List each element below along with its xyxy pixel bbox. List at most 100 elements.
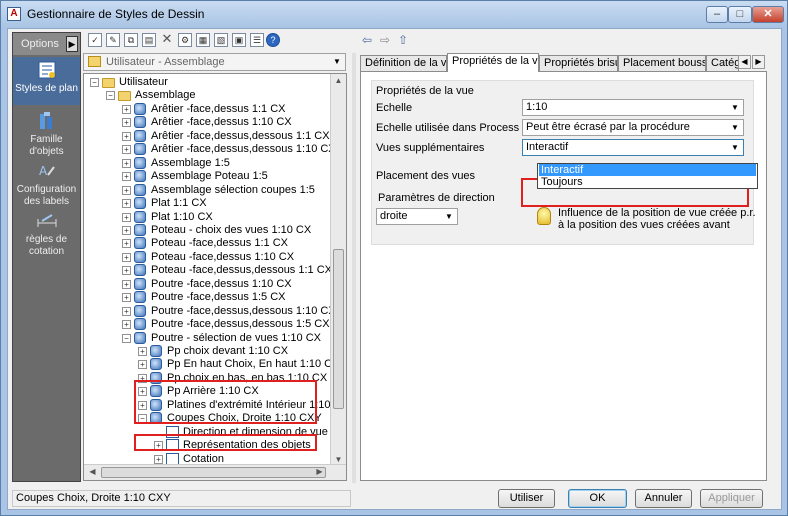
toolbar-item-plan-styles[interactable]: Styles de plan xyxy=(13,57,80,105)
options-arrow-icon[interactable]: ▶ xyxy=(66,36,78,52)
expand-icon[interactable]: + xyxy=(122,306,131,316)
settings-icon[interactable]: ☰ xyxy=(250,33,264,47)
collapse-icon[interactable]: − xyxy=(122,333,131,343)
style-tree[interactable]: − Utilisateur − Assemblage + Arêtier -face,de… xyxy=(83,73,347,481)
tab-categories[interactable]: Catégo xyxy=(706,55,739,71)
chevron-down-icon[interactable]: ▼ xyxy=(329,54,345,70)
toolbar-label: Styles de plan xyxy=(15,83,78,94)
drawing-style-icon xyxy=(134,156,146,169)
minimize-button[interactable]: – xyxy=(706,6,728,23)
toolbar-item-dimension-rules[interactable]: règles de cotation xyxy=(13,211,80,258)
expand-icon[interactable]: + xyxy=(122,225,131,235)
cancel-button[interactable]: Annuler xyxy=(635,489,692,508)
expand-icon[interactable]: + xyxy=(122,239,131,249)
tree-node-label: Poutre -face,dessus,dessous 1:5 CX xyxy=(151,318,330,331)
tool-icon[interactable]: ⚙ xyxy=(178,33,192,47)
echelle-process-select[interactable]: Peut être écrasé par la procédure ▼ xyxy=(522,119,744,136)
apply-button[interactable]: Appliquer xyxy=(700,489,763,508)
vues-sup-select[interactable]: Interactif ▼ xyxy=(522,139,744,156)
panel-splitter[interactable] xyxy=(352,53,356,483)
folder-icon xyxy=(102,78,115,88)
dropdown-option-toujours[interactable]: Toujours xyxy=(539,176,756,188)
section-view-properties: Propriétés de la vue xyxy=(376,85,474,97)
collapse-icon[interactable]: − xyxy=(90,78,99,87)
filter-value: Utilisateur - Assemblage xyxy=(106,56,225,68)
tab-scroll-left-icon[interactable]: ◀ xyxy=(738,55,751,69)
use-button[interactable]: Utiliser xyxy=(498,489,555,508)
dropdown-option-interactif[interactable]: Interactif xyxy=(539,164,756,176)
vues-sup-value: Interactif xyxy=(526,141,569,153)
export-icon[interactable]: ▦ xyxy=(196,33,210,47)
collapse-icon[interactable]: − xyxy=(106,91,115,101)
expand-icon[interactable]: + xyxy=(122,131,131,141)
tree-node-label: Poutre - sélection de vues 1:10 CX xyxy=(151,331,321,344)
tree-node-label: Pp choix devant 1:10 CX xyxy=(167,345,289,357)
forward-arrow-icon[interactable]: ⇨ xyxy=(378,32,392,48)
edit-icon[interactable]: ✎ xyxy=(106,33,120,47)
delete-icon[interactable]: ✕ xyxy=(160,32,174,47)
paste-icon[interactable]: ▤ xyxy=(142,33,156,47)
toolbar-item-label-config[interactable]: A Configuration des labels xyxy=(13,161,80,208)
drawing-style-icon xyxy=(134,277,146,290)
scroll-down-icon[interactable]: ▼ xyxy=(331,455,346,464)
scroll-up-icon[interactable]: ▲ xyxy=(331,76,346,85)
scroll-right-icon[interactable]: ▶ xyxy=(312,467,327,476)
expand-icon[interactable]: + xyxy=(122,118,131,128)
import-icon[interactable]: ▧ xyxy=(214,33,228,47)
label-config-icon: A xyxy=(39,164,55,178)
back-arrow-icon[interactable]: ⇦ xyxy=(360,32,374,48)
toolbar-item-object-family[interactable]: Famille d'objets xyxy=(13,111,80,158)
tab-scroll-right-icon[interactable]: ▶ xyxy=(752,55,765,69)
expand-icon[interactable]: + xyxy=(122,172,131,182)
expand-icon[interactable]: + xyxy=(154,454,163,464)
tree-node-label: Poteau -face,dessus 1:10 CX xyxy=(151,250,295,263)
expand-icon[interactable]: + xyxy=(122,104,131,114)
expand-icon[interactable]: + xyxy=(122,279,131,289)
expand-icon[interactable]: + xyxy=(122,252,131,262)
tree-node-label: Arêtier -face,dessus 1:1 CX xyxy=(151,102,286,115)
tab-compass-placement[interactable]: Placement boussole xyxy=(618,55,706,71)
expand-icon[interactable]: + xyxy=(138,347,147,356)
help-icon[interactable]: ? xyxy=(266,33,280,47)
expand-icon[interactable]: + xyxy=(122,158,131,168)
expand-icon[interactable]: + xyxy=(138,360,147,370)
tree-node-label: Pp En haut Choix, En haut 1:10 CX xyxy=(167,358,340,371)
save-icon[interactable]: ✓ xyxy=(88,33,102,47)
direction-select[interactable]: droite ▼ xyxy=(376,208,458,225)
drawing-style-icon xyxy=(134,304,146,317)
tab-view-properties[interactable]: Propriétés de la vue xyxy=(447,53,539,72)
drawing-style-icon xyxy=(150,345,162,357)
copy-icon[interactable]: ⧉ xyxy=(124,33,138,47)
expand-icon[interactable]: + xyxy=(122,199,131,209)
up-arrow-icon[interactable]: ⇧ xyxy=(396,32,410,48)
tree-vertical-scrollbar[interactable]: ▲ ▼ xyxy=(330,74,346,466)
scroll-left-icon[interactable]: ◀ xyxy=(85,467,100,476)
tree-node-label: Assemblage Poteau 1:5 xyxy=(151,170,268,183)
style-filter-dropdown[interactable]: Utilisateur - Assemblage ▼ xyxy=(83,53,346,71)
direction-value: droite xyxy=(380,210,408,222)
expand-icon[interactable]: + xyxy=(122,145,131,155)
ok-button[interactable]: OK xyxy=(568,489,627,508)
tab-break-properties[interactable]: Propriétés brisure xyxy=(539,55,618,71)
nav-toolbar: ⇦ ⇨ ⇧ xyxy=(360,32,460,50)
tree-node-label: Assemblage 1:5 xyxy=(151,156,230,169)
expand-icon[interactable]: + xyxy=(122,212,131,222)
echelle-process-label: Echelle utilisée dans Process xyxy=(376,122,520,134)
echelle-select[interactable]: 1:10 ▼ xyxy=(522,99,744,116)
scroll-thumb[interactable] xyxy=(101,467,326,478)
tab-view-definition[interactable]: Définition de la vue xyxy=(360,55,447,71)
title-bar[interactable]: A Gestionnaire de Styles de Dessin – □ ✕ xyxy=(1,1,787,27)
app-icon: A xyxy=(7,7,21,21)
preview-icon[interactable]: ▣ xyxy=(232,33,246,47)
options-tab[interactable]: Options ▶ xyxy=(13,33,80,55)
drawing-style-icon xyxy=(134,170,146,183)
expand-icon[interactable]: + xyxy=(122,320,131,330)
scroll-thumb[interactable] xyxy=(333,249,344,409)
close-button[interactable]: ✕ xyxy=(752,6,784,23)
expand-icon[interactable]: + xyxy=(122,293,131,303)
maximize-button[interactable]: □ xyxy=(728,6,752,23)
tree-horizontal-scrollbar[interactable]: ◀ ▶ xyxy=(84,464,346,480)
property-page-icon xyxy=(166,452,179,465)
expand-icon[interactable]: + xyxy=(122,266,131,276)
expand-icon[interactable]: + xyxy=(122,185,131,195)
